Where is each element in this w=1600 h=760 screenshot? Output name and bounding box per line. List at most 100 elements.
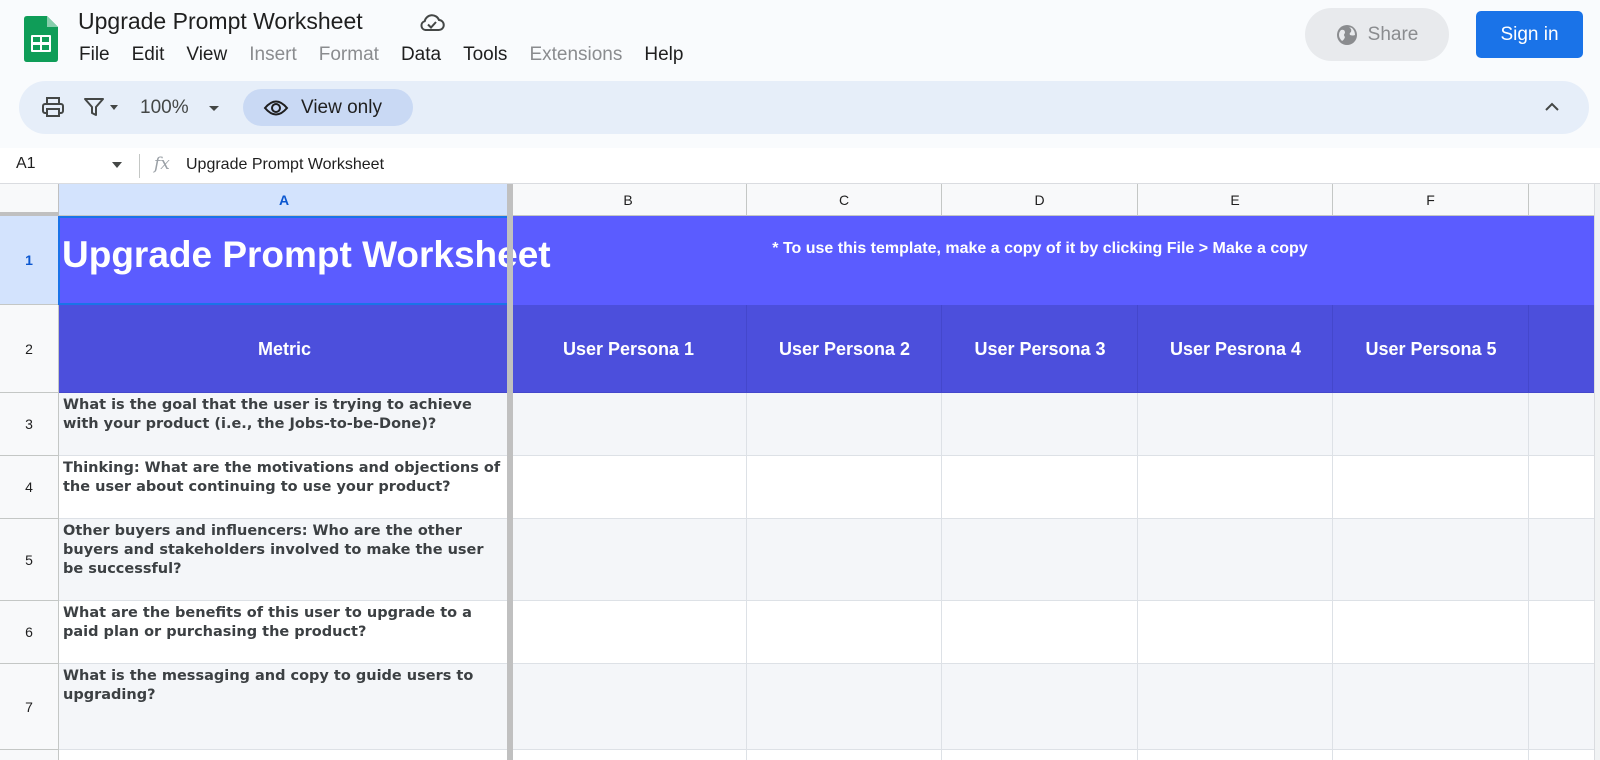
- menu-insert[interactable]: Insert: [238, 42, 308, 68]
- cell-g8[interactable]: [1529, 750, 1600, 760]
- column-header-g[interactable]: [1529, 184, 1600, 216]
- cloud-saved-icon[interactable]: [418, 11, 446, 35]
- question-thinking: Thinking: What are the motivations and o…: [63, 460, 501, 495]
- cell-g3[interactable]: [1529, 393, 1600, 456]
- cell-f8[interactable]: [1333, 750, 1529, 760]
- cell-b4[interactable]: [510, 456, 747, 519]
- print-button[interactable]: [41, 95, 65, 119]
- toolbar: 100% View only: [19, 81, 1589, 134]
- name-box[interactable]: A1: [16, 155, 36, 173]
- column-header-b[interactable]: B: [510, 184, 747, 216]
- cell-g1[interactable]: [1529, 216, 1600, 305]
- cell-a8[interactable]: [59, 750, 510, 760]
- row-header-3[interactable]: 3: [0, 393, 59, 456]
- vertical-scrollbar[interactable]: [1594, 184, 1600, 760]
- cell-g6[interactable]: [1529, 601, 1600, 664]
- document-title[interactable]: Upgrade Prompt Worksheet: [78, 8, 363, 35]
- fx-icon: fx: [154, 154, 170, 174]
- select-all-corner[interactable]: [0, 184, 59, 216]
- cell-c8[interactable]: [747, 750, 942, 760]
- menu-edit[interactable]: Edit: [121, 42, 176, 68]
- caret-down-icon[interactable]: [110, 158, 124, 172]
- cell-d4[interactable]: [942, 456, 1138, 519]
- view-only-label: View only: [301, 96, 382, 118]
- view-only-button[interactable]: View only: [243, 89, 413, 126]
- row-header-7[interactable]: 7: [0, 664, 59, 750]
- print-icon: [42, 97, 64, 117]
- cell-e8[interactable]: [1138, 750, 1333, 760]
- cell-e4[interactable]: [1138, 456, 1333, 519]
- cell-d8[interactable]: [942, 750, 1138, 760]
- cell-f1[interactable]: [1333, 216, 1529, 305]
- menu-file[interactable]: File: [68, 42, 121, 68]
- cell-e7[interactable]: [1138, 664, 1333, 750]
- column-header-d[interactable]: D: [942, 184, 1138, 216]
- cell-g7[interactable]: [1529, 664, 1600, 750]
- cell-b5[interactable]: [510, 519, 747, 601]
- question-buyers: Other buyers and influencers: Who are th…: [63, 523, 484, 577]
- header-persona-1: User Persona 1: [562, 339, 695, 359]
- column-header-e[interactable]: E: [1138, 184, 1333, 216]
- cell-c4[interactable]: [747, 456, 942, 519]
- menu-view[interactable]: View: [175, 42, 238, 68]
- cell-g2[interactable]: [1529, 305, 1600, 393]
- cell-b3[interactable]: [510, 393, 747, 456]
- collapse-toolbar-button[interactable]: [1543, 97, 1561, 117]
- share-button[interactable]: Share: [1305, 8, 1449, 61]
- globe-icon: [1336, 24, 1357, 45]
- menu-help[interactable]: Help: [633, 42, 694, 68]
- cell-c7[interactable]: [747, 664, 942, 750]
- row-header-4[interactable]: 4: [0, 456, 59, 519]
- cell-d7[interactable]: [942, 664, 1138, 750]
- cell-b8[interactable]: [510, 750, 747, 760]
- cell-b6[interactable]: [510, 601, 747, 664]
- row-header-2[interactable]: 2: [0, 305, 59, 393]
- column-header-a[interactable]: A: [59, 184, 510, 216]
- cell-f6[interactable]: [1333, 601, 1529, 664]
- cell-f4[interactable]: [1333, 456, 1529, 519]
- cell-f3[interactable]: [1333, 393, 1529, 456]
- cell-e3[interactable]: [1138, 393, 1333, 456]
- chevron-up-icon: [1545, 102, 1559, 111]
- cell-g5[interactable]: [1529, 519, 1600, 601]
- header-persona-3: User Persona 3: [974, 339, 1106, 359]
- row-header-8[interactable]: [0, 750, 59, 760]
- cell-b7[interactable]: [510, 664, 747, 750]
- zoom-value: 100%: [140, 97, 189, 118]
- formula-bar: A1 fx Upgrade Prompt Worksheet: [0, 148, 1600, 184]
- menu-extensions[interactable]: Extensions: [518, 42, 633, 68]
- row-header-6[interactable]: 6: [0, 601, 59, 664]
- cell-c5[interactable]: [747, 519, 942, 601]
- zoom-select[interactable]: 100%: [140, 92, 221, 124]
- app-header: Upgrade Prompt Worksheet File Edit View …: [0, 0, 1600, 80]
- column-header-f[interactable]: F: [1333, 184, 1529, 216]
- cell-c6[interactable]: [747, 601, 942, 664]
- cell-d6[interactable]: [942, 601, 1138, 664]
- menu-tools[interactable]: Tools: [452, 42, 518, 68]
- header-persona-5: User Persona 5: [1365, 339, 1497, 359]
- row-header-1[interactable]: 1: [0, 216, 59, 305]
- column-header-c[interactable]: C: [747, 184, 942, 216]
- eye-icon: [263, 100, 289, 115]
- row-header-5[interactable]: 5: [0, 519, 59, 601]
- column-freeze-bar[interactable]: [507, 184, 513, 760]
- sign-in-button[interactable]: Sign in: [1476, 11, 1583, 58]
- cell-g4[interactable]: [1529, 456, 1600, 519]
- sheets-logo-icon[interactable]: [24, 16, 58, 62]
- cell-e6[interactable]: [1138, 601, 1333, 664]
- cell-d3[interactable]: [942, 393, 1138, 456]
- formula-input[interactable]: Upgrade Prompt Worksheet: [186, 156, 384, 174]
- menu-data[interactable]: Data: [390, 42, 452, 68]
- menu-format[interactable]: Format: [308, 42, 390, 68]
- cell-c3[interactable]: [747, 393, 942, 456]
- cell-f7[interactable]: [1333, 664, 1529, 750]
- share-label: Share: [1367, 23, 1419, 45]
- caret-down-icon: [208, 106, 219, 111]
- cell-c1-merged[interactable]: [747, 216, 1333, 305]
- header-metric: Metric: [257, 339, 311, 359]
- cell-f5[interactable]: [1333, 519, 1529, 601]
- filter-button[interactable]: [83, 95, 123, 119]
- cell-e5[interactable]: [1138, 519, 1333, 601]
- cell-d5[interactable]: [942, 519, 1138, 601]
- divider: [139, 154, 140, 178]
